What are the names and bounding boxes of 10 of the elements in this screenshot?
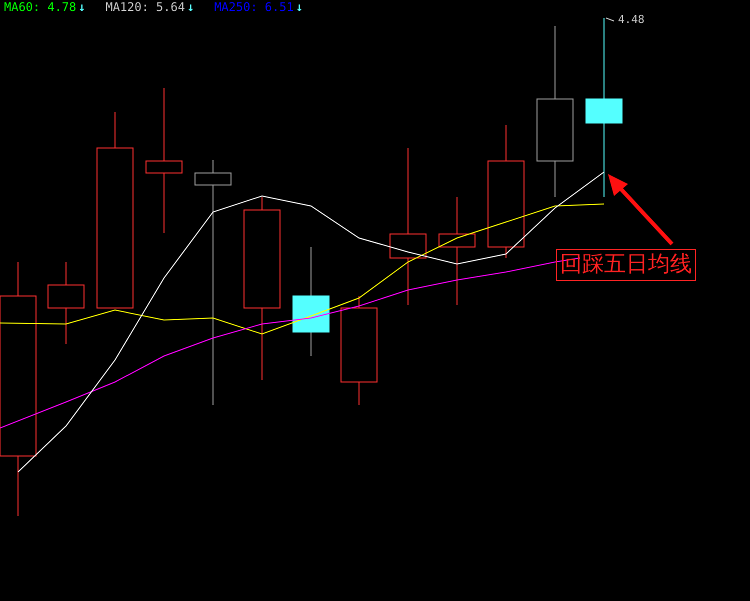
callout-label: 回踩五日均线 <box>556 249 696 281</box>
indicator-label: MA250: 6.51 <box>214 0 294 14</box>
arrow <box>608 174 674 246</box>
indicator-label: MA120: 5.64 <box>105 0 185 14</box>
indicator-label: MA60: 4.78 <box>4 0 76 14</box>
leader-line <box>606 18 614 22</box>
price-label: 4.48 <box>618 13 644 26</box>
down-arrow: ↓ <box>296 0 303 14</box>
down-arrow: ↓ <box>186 0 194 14</box>
down-arrow: ↓ <box>78 0 86 14</box>
